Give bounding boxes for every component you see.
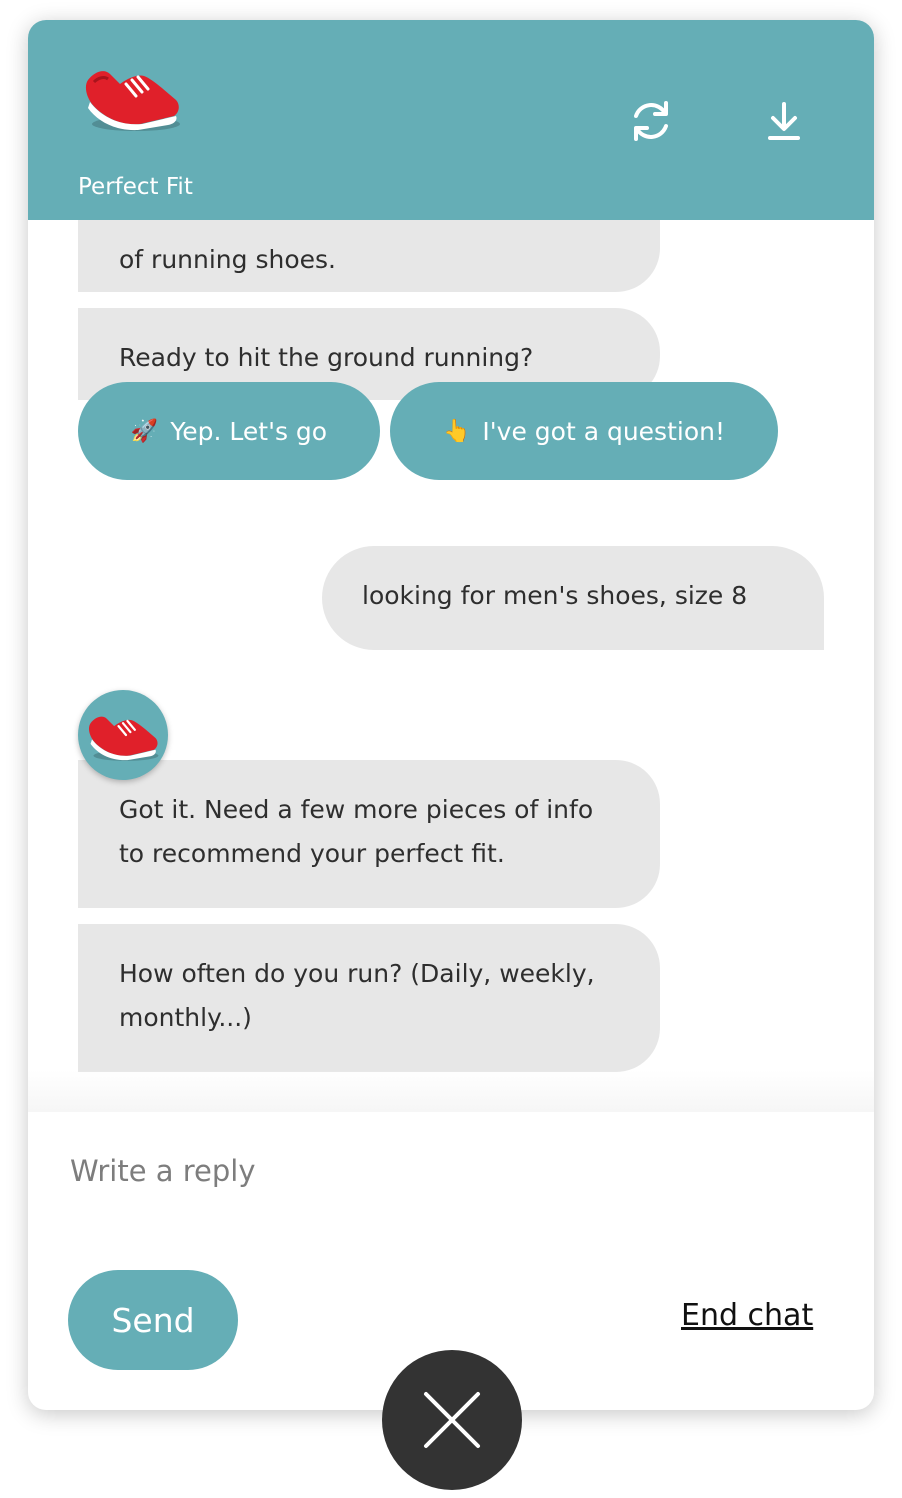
- chat-widget: Perfect Fit of running shoes. Ready to h…: [28, 20, 874, 1410]
- bot-avatar: [78, 690, 168, 780]
- end-chat-link[interactable]: End chat: [681, 1298, 813, 1333]
- refresh-icon: [634, 101, 668, 141]
- quick-reply-label: I've got a question!: [482, 416, 725, 446]
- quick-reply-label: Yep. Let's go: [170, 416, 328, 446]
- pointing-hand-icon: 👆: [443, 418, 471, 444]
- bot-message: of running shoes.: [78, 220, 660, 292]
- bot-message: Got it. Need a few more pieces of info t…: [78, 760, 660, 908]
- chat-header: Perfect Fit: [28, 20, 874, 220]
- red-running-shoe-icon: [88, 716, 159, 761]
- user-message: looking for men's shoes, size 8: [322, 546, 824, 650]
- send-button[interactable]: Send: [68, 1270, 238, 1370]
- rocket-icon: 🚀: [130, 418, 159, 444]
- scroll-fade: [28, 1070, 874, 1112]
- download-button[interactable]: [757, 94, 811, 148]
- quick-reply-question[interactable]: 👆 I've got a question!: [390, 382, 778, 480]
- red-running-shoe-icon: [80, 54, 184, 138]
- reply-input[interactable]: [68, 1140, 832, 1202]
- refresh-button[interactable]: [624, 94, 678, 148]
- bot-message: How often do you run? (Daily, weekly, mo…: [78, 924, 660, 1072]
- message-list[interactable]: of running shoes. Ready to hit the groun…: [28, 220, 874, 1112]
- download-icon: [768, 102, 800, 140]
- quick-reply-lets-go[interactable]: 🚀 Yep. Let's go: [78, 382, 380, 480]
- close-button[interactable]: [382, 1350, 522, 1490]
- brand-name: Perfect Fit: [78, 174, 193, 200]
- close-icon: [424, 1392, 480, 1448]
